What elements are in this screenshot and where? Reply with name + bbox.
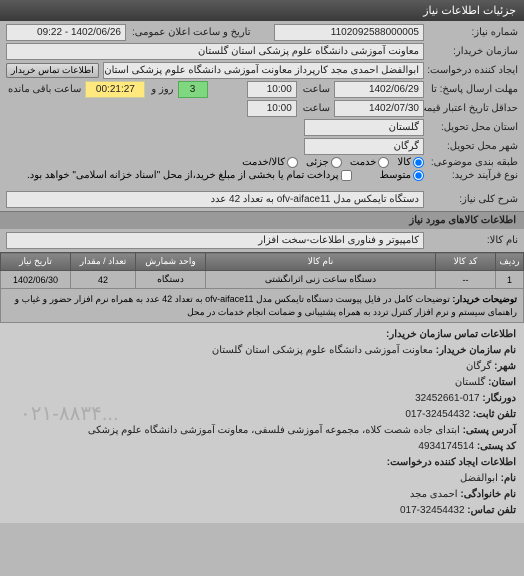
cell-qty: 42 xyxy=(71,271,136,289)
request-no-field: 1102092588000005 xyxy=(274,24,424,41)
cell-date: 1402/06/30 xyxy=(1,271,71,289)
contact-post-label: کد پستی: xyxy=(477,441,516,452)
city-field: گرگان xyxy=(304,138,424,155)
days-label: روز و xyxy=(149,84,173,95)
th-unit: واحد شمارش xyxy=(136,253,206,271)
remain-label: ساعت باقی مانده xyxy=(6,84,81,95)
org-name-value: معاونت آموزشی دانشگاه علوم پزشکی استان گ… xyxy=(212,345,433,356)
request-no-label: شماره نیاز: xyxy=(428,27,518,38)
radio-goods-service-input[interactable] xyxy=(287,157,298,168)
radio-goods-service[interactable]: کالا/خدمت xyxy=(242,157,298,168)
goods-table: ردیف کد کالا نام کالا واحد شمارش تعداد /… xyxy=(0,252,524,323)
days-remaining-field: 3 xyxy=(178,81,208,98)
cell-unit: دستگاه xyxy=(136,271,206,289)
th-code: کد کالا xyxy=(436,253,496,271)
contact-fname-value: ابوالفضل xyxy=(460,473,498,484)
goods-group-field: کامپیوتر و فناوری اطلاعات-سخت افزار xyxy=(6,232,424,249)
cell-code: -- xyxy=(436,271,496,289)
province-field: گلستان xyxy=(304,119,424,136)
deadline-label: مهلت ارسال پاسخ: تا xyxy=(428,84,518,95)
buyer-org-label: سازمان خریدار: xyxy=(428,46,518,57)
desc-field: دستگاه تایمکس مدل ofv-aiface11 به تعداد … xyxy=(6,191,424,208)
desc-label: شرح کلی نیاز: xyxy=(428,194,518,205)
contact-lname-label: نام خانوادگی: xyxy=(460,489,516,500)
valid-time-field: 10:00 xyxy=(247,100,297,117)
radio-service[interactable]: خدمت xyxy=(350,157,390,168)
valid-date-field: 1402/07/30 xyxy=(334,100,424,117)
contact-addr-label: آدرس پستی: xyxy=(463,425,516,436)
time-label-2: ساعت xyxy=(301,103,330,114)
category-radio-group: کالا خدمت جزئی کالا/خدمت xyxy=(242,157,424,168)
goods-section-title: اطلاعات کالاهای مورد نیاز xyxy=(0,211,524,229)
contact-city-label: شهر: xyxy=(494,361,516,372)
form-area: شماره نیاز: 1102092588000005 تاریخ و ساع… xyxy=(0,21,524,211)
contact-block: اطلاعات تماس سازمان خریدار: نام سازمان خ… xyxy=(0,323,524,523)
th-qty: تعداد / مقدار xyxy=(71,253,136,271)
goods-group-label: نام کالا: xyxy=(428,235,518,246)
notes-text: توضیحات کامل در فایل پیوست دستگاه تایمکس… xyxy=(15,294,517,317)
deadline-date-field: 1402/06/29 xyxy=(334,81,424,98)
contact-fax-value: 017-32452661 xyxy=(415,393,480,404)
deadline-time-field: 10:00 xyxy=(247,81,297,98)
valid-until-label: حداقل تاریخ اعتبار قیمت: تا تاریخ: xyxy=(428,103,518,114)
contact-phone-value: 32454432-017 xyxy=(405,409,470,420)
page-header: جزئیات اطلاعات نیاز xyxy=(0,0,524,21)
radio-partial[interactable]: جزئی xyxy=(306,157,342,168)
contact-cphone-value: 32454432-017 xyxy=(400,505,465,516)
header-title: جزئیات اطلاعات نیاز xyxy=(423,5,516,17)
time-label-1: ساعت xyxy=(301,84,330,95)
category-label: طبقه بندی موضوعی: xyxy=(428,157,518,168)
radio-process-mid-input[interactable] xyxy=(413,170,424,181)
checkbox-treasury[interactable]: پرداخت تمام یا بخشی از مبلغ خرید،از محل … xyxy=(27,170,352,181)
requester-label: ایجاد کننده درخواست: xyxy=(428,65,518,76)
radio-service-input[interactable] xyxy=(378,157,389,168)
cell-name: دستگاه ساعت زنی اثرانگشتی xyxy=(206,271,436,289)
radio-goods-input[interactable] xyxy=(413,157,424,168)
notes-label: توضیحات خریدار: xyxy=(452,294,517,304)
table-row[interactable]: 1 -- دستگاه ساعت زنی اثرانگشتی دستگاه 42… xyxy=(1,271,524,289)
contact-post-value: 4934174514 xyxy=(418,441,474,452)
contact-addr-value: ابتدای جاده شصت کلاه، مجموعه آموزشی فلسف… xyxy=(88,425,460,436)
announce-field: 1402/06/26 - 09:22 xyxy=(6,24,126,41)
table-notes-row: توضیحات خریدار: توضیحات کامل در فایل پیو… xyxy=(1,289,524,323)
province-label: استان محل تحویل: xyxy=(428,122,518,133)
requester-field: ابوالفضل احمدی مجد کارپرداز معاونت آموزش… xyxy=(103,62,424,79)
contact-lname-value: احمدی مجد xyxy=(410,489,458,500)
table-header-row: ردیف کد کالا نام کالا واحد شمارش تعداد /… xyxy=(1,253,524,271)
contact-cphone-label: تلفن تماس: xyxy=(467,505,516,516)
contact-prov-label: استان: xyxy=(488,377,516,388)
announce-label: تاریخ و ساعت اعلان عمومی: xyxy=(130,27,270,38)
contact-prov-value: گلستان xyxy=(455,377,485,388)
contact-fax-label: دورنگار: xyxy=(482,393,516,404)
contact-phone-label: تلفن ثابت: xyxy=(473,409,516,420)
radio-goods[interactable]: کالا xyxy=(397,157,424,168)
contact-fname-label: نام: xyxy=(501,473,516,484)
radio-partial-input[interactable] xyxy=(331,157,342,168)
th-date: تاریخ نیاز xyxy=(1,253,71,271)
city-label: شهر محل تحویل: xyxy=(428,141,518,152)
process-label: نوع فرآیند خرید: xyxy=(428,170,518,181)
th-name: نام کالا xyxy=(206,253,436,271)
org-name-label: نام سازمان خریدار: xyxy=(436,345,516,356)
radio-process-mid[interactable]: متوسط xyxy=(380,170,424,181)
buyer-org-field: معاونت آموزشی دانشگاه علوم پزشکی استان گ… xyxy=(6,43,424,60)
contact-section2-title: اطلاعات ایجاد کننده درخواست: xyxy=(387,457,516,468)
contact-city-value: گرگان xyxy=(466,361,491,372)
th-idx: ردیف xyxy=(496,253,524,271)
buyer-contact-button[interactable]: اطلاعات تماس خریدار xyxy=(6,63,99,78)
time-remaining-field: 00:21:27 xyxy=(85,81,145,98)
cell-idx: 1 xyxy=(496,271,524,289)
contact-section1-title: اطلاعات تماس سازمان خریدار: xyxy=(386,329,516,340)
checkbox-treasury-input[interactable] xyxy=(341,170,352,181)
